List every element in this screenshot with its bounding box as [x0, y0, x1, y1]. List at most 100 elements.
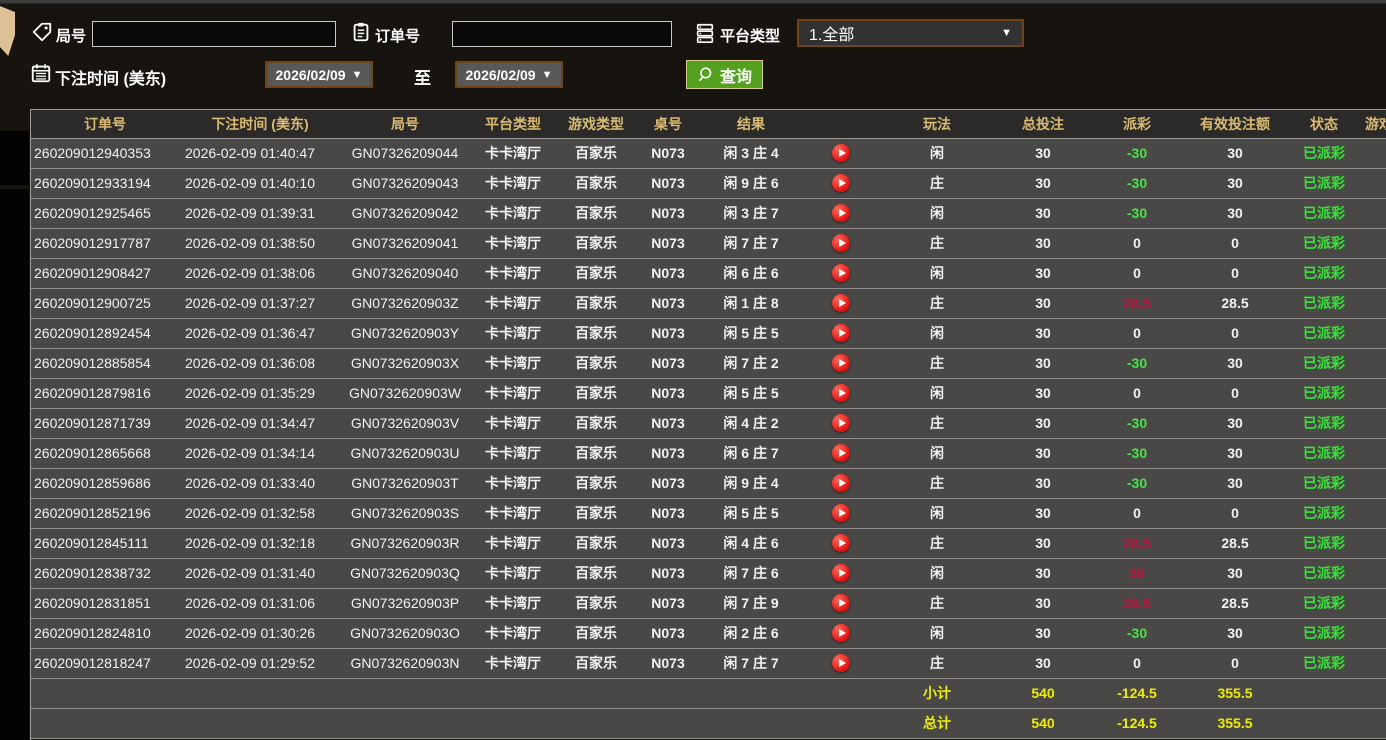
replay-video-button[interactable]	[832, 354, 850, 373]
replay-video-button[interactable]	[832, 324, 850, 343]
replay-video-button[interactable]	[832, 444, 850, 463]
cell-play	[801, 318, 881, 349]
cell-platform: 卡卡湾厅	[469, 198, 557, 229]
cell-result: 闲 6 庄 7	[701, 438, 801, 469]
cell-game-no: GN0732620903S	[341, 498, 469, 529]
cell-status: 已派彩	[1289, 258, 1359, 289]
cell-game-extra	[1359, 138, 1386, 169]
cell-total-bet: 30	[993, 378, 1093, 409]
tag-icon	[31, 21, 53, 43]
cell-play	[801, 138, 881, 169]
cell-platform: 卡卡湾厅	[469, 138, 557, 169]
table-header-row: 订单号 下注时间 (美东) 局号 平台类型 游戏类型 桌号 结果 玩法 总投注 派彩 有效投注额 状态…	[31, 110, 1386, 139]
game-no-label: 局号	[56, 28, 87, 45]
cell-table-no: N073	[635, 528, 701, 559]
replay-video-button[interactable]	[832, 534, 850, 553]
cell-game-no: GN07326209041	[341, 228, 469, 259]
cell-result: 闲 7 庄 9	[701, 588, 801, 619]
cell-total-bet: 30	[993, 408, 1093, 439]
cell-table-no: N073	[635, 258, 701, 289]
cell-payout: -30	[1093, 138, 1181, 169]
cell-payout: -30	[1093, 168, 1181, 199]
cell-order-no: 260209012845111	[31, 528, 179, 559]
play-icon	[839, 388, 846, 397]
cell-valid-bet: 30	[1181, 438, 1289, 469]
cell-order-no: 260209012838732	[31, 558, 179, 589]
replay-video-button[interactable]	[832, 504, 850, 523]
replay-video-button[interactable]	[832, 204, 850, 223]
cell-table-no: N073	[635, 288, 701, 319]
cell-result: 闲 6 庄 6	[701, 258, 801, 289]
date-from-select[interactable]: 2026/02/09 ▼	[264, 60, 374, 89]
cell-valid-bet: 28.5	[1181, 288, 1289, 319]
cell-payout: 0	[1093, 228, 1181, 259]
cell-total-bet: 30	[993, 288, 1093, 319]
cell-payout: 28.5	[1093, 588, 1181, 619]
replay-video-button[interactable]	[832, 234, 850, 253]
column-header-platform: 平台类型	[469, 110, 557, 139]
cell-total-bet: 30	[993, 228, 1093, 259]
cell-table-no: N073	[635, 558, 701, 589]
cell-game-type: 百家乐	[557, 558, 635, 589]
replay-video-button[interactable]	[832, 474, 850, 493]
search-button[interactable]: 查询	[686, 60, 763, 89]
replay-video-button[interactable]	[832, 144, 850, 163]
cell-game-type: 百家乐	[557, 498, 635, 529]
game-no-input[interactable]	[92, 21, 336, 47]
platform-type-select[interactable]: 1.全部 ▼	[796, 18, 1025, 48]
cell-status: 已派彩	[1289, 588, 1359, 619]
replay-video-button[interactable]	[832, 654, 850, 673]
play-icon	[839, 628, 846, 637]
cell-play-type: 闲	[881, 138, 993, 169]
cell-game-extra	[1359, 438, 1386, 469]
cell-game-type: 百家乐	[557, 228, 635, 259]
cell-game-type: 百家乐	[557, 618, 635, 649]
play-icon	[839, 298, 846, 307]
cell-play-type: 庄	[881, 408, 993, 439]
cell-play	[801, 618, 881, 649]
total-row-spacer	[1359, 708, 1386, 739]
replay-video-button[interactable]	[832, 564, 850, 583]
cell-payout: 0	[1093, 648, 1181, 679]
cell-game-extra	[1359, 558, 1386, 589]
total-row-spacer	[469, 708, 557, 739]
order-no-input[interactable]	[452, 21, 672, 47]
cell-payout: 0	[1093, 498, 1181, 529]
cell-payout: -30	[1093, 348, 1181, 379]
replay-video-button[interactable]	[832, 414, 850, 433]
cell-game-type: 百家乐	[557, 258, 635, 289]
replay-video-button[interactable]	[832, 624, 850, 643]
cell-table-no: N073	[635, 138, 701, 169]
chevron-down-icon: ▼	[1001, 27, 1012, 39]
cell-order-no: 260209012831851	[31, 588, 179, 619]
subtotal-row-total-bet: 540	[993, 678, 1093, 709]
cell-play-type: 闲	[881, 258, 993, 289]
subtotal-row-spacer	[801, 678, 881, 709]
column-header-game-no: 局号	[341, 110, 469, 139]
cell-result: 闲 9 庄 4	[701, 468, 801, 499]
cell-table-no: N073	[635, 318, 701, 349]
replay-video-button[interactable]	[832, 264, 850, 283]
cell-play-type: 庄	[881, 528, 993, 559]
column-header-payout: 派彩	[1093, 110, 1181, 139]
cell-valid-bet: 30	[1181, 408, 1289, 439]
cell-table-no: N073	[635, 198, 701, 229]
replay-video-button[interactable]	[832, 174, 850, 193]
subtotal-row-spacer	[469, 678, 557, 709]
cell-table-no: N073	[635, 378, 701, 409]
date-to-select[interactable]: 2026/02/09 ▼	[454, 60, 564, 89]
replay-video-button[interactable]	[832, 294, 850, 313]
cell-total-bet: 30	[993, 138, 1093, 169]
cell-bet-time: 2026-02-09 01:30:26	[179, 618, 341, 649]
cell-valid-bet: 28.5	[1181, 588, 1289, 619]
cell-play-type: 庄	[881, 168, 993, 199]
replay-video-button[interactable]	[832, 384, 850, 403]
cell-total-bet: 30	[993, 198, 1093, 229]
cell-table-no: N073	[635, 228, 701, 259]
cell-play-type: 闲	[881, 558, 993, 589]
cell-order-no: 260209012908427	[31, 258, 179, 289]
cell-bet-time: 2026-02-09 01:40:47	[179, 138, 341, 169]
table-row: 260209012865668 2026-02-09 01:34:14 GN0732…	[31, 438, 1386, 469]
cell-game-type: 百家乐	[557, 408, 635, 439]
replay-video-button[interactable]	[832, 594, 850, 613]
